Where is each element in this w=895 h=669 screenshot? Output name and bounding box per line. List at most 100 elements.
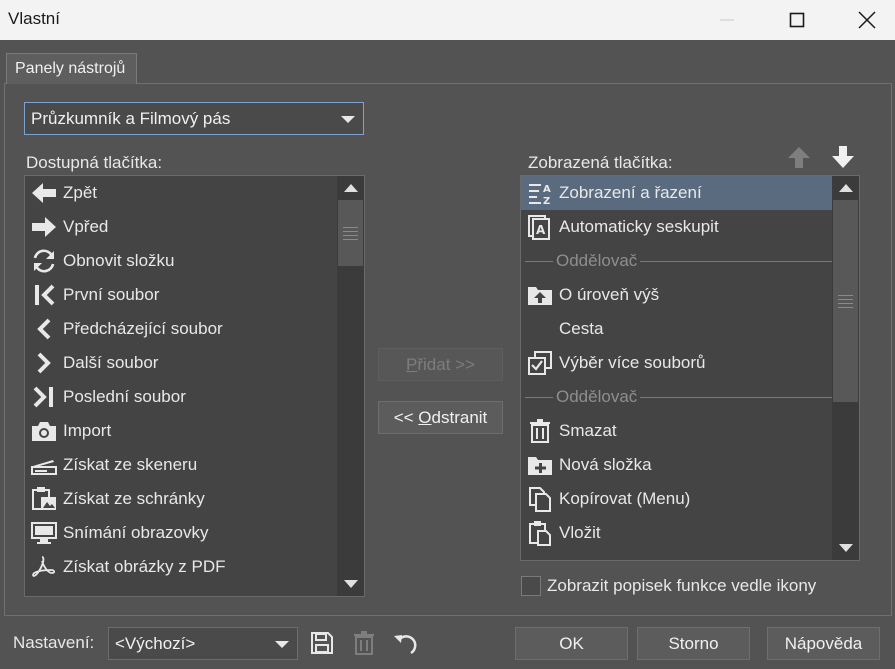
separator-row[interactable]: Oddělovač xyxy=(521,244,832,278)
ok-button[interactable]: OK xyxy=(515,627,628,660)
list-item[interactable]: Snímání obrazovky xyxy=(25,516,337,550)
toolbar-select-value: Průzkumník a Filmový pás xyxy=(31,108,231,128)
list-item-label: Import xyxy=(63,421,112,440)
available-scrollbar[interactable] xyxy=(337,176,364,596)
new-folder-icon xyxy=(525,450,555,480)
list-item-label: Automaticky seskupit xyxy=(559,217,719,236)
remove-button[interactable]: << Odstranit xyxy=(378,401,503,434)
settings-select-value: <Výchozí> xyxy=(115,633,196,653)
last-file-icon xyxy=(29,382,59,412)
scroll-down-button[interactable] xyxy=(832,536,859,560)
save-settings-button[interactable] xyxy=(307,628,337,658)
scroll-up-button[interactable] xyxy=(832,176,859,200)
list-item-label: Vpřed xyxy=(63,217,109,236)
list-item[interactable]: Import xyxy=(25,414,337,448)
list-item[interactable]: Vložit xyxy=(521,516,832,550)
list-item[interactable]: Získat ze schránky xyxy=(25,482,337,516)
list-item-label: Získat obrázky z PDF xyxy=(63,557,226,576)
displayed-label: Zobrazená tlačítka: xyxy=(528,153,673,172)
displayed-list[interactable]: A Z Zobrazení a řazení A Automaticky seskupi… xyxy=(520,175,860,561)
arrow-up-icon xyxy=(343,184,358,192)
trash-icon xyxy=(354,631,374,655)
list-item-label: Výběr více souborů xyxy=(559,353,706,372)
window-title: Vlastní xyxy=(8,9,60,28)
list-item[interactable]: Předcházející soubor xyxy=(25,312,337,346)
help-button[interactable]: Nápověda xyxy=(767,627,880,660)
svg-text:Z: Z xyxy=(543,196,550,206)
close-icon xyxy=(858,11,876,29)
displayed-scrollbar[interactable] xyxy=(832,176,859,560)
list-item[interactable]: Nová složka xyxy=(521,448,832,482)
monitor-icon xyxy=(29,518,59,548)
add-button[interactable]: Přidat >> xyxy=(378,348,503,381)
list-item-label: Zobrazení a řazení xyxy=(559,183,702,202)
list-item[interactable]: Kopírovat (Menu) xyxy=(521,482,832,516)
list-item-label: Získat ze skeneru xyxy=(63,455,198,474)
cancel-button[interactable]: Storno xyxy=(637,627,750,660)
camera-icon xyxy=(29,416,59,446)
toolbar-select[interactable]: Průzkumník a Filmový pás xyxy=(24,102,364,135)
scroll-thumb[interactable] xyxy=(833,200,858,402)
undo-button[interactable] xyxy=(391,628,421,658)
auto-group-icon: A xyxy=(525,212,555,242)
list-item-label: Cesta xyxy=(559,319,604,338)
list-item-label: Nová složka xyxy=(559,455,652,474)
list-item-label: Předcházející soubor xyxy=(63,319,223,338)
arrow-down-icon xyxy=(343,580,358,588)
arrow-right-icon xyxy=(29,212,59,242)
separator-label: Oddělovač xyxy=(553,387,641,407)
list-item[interactable]: A Z Zobrazení a řazení xyxy=(521,176,832,210)
show-label-checkbox[interactable] xyxy=(521,576,541,596)
move-down-button[interactable] xyxy=(829,143,857,171)
paste-icon xyxy=(525,518,555,548)
sort-az-icon: AZ xyxy=(525,178,555,208)
scroll-thumb[interactable] xyxy=(338,200,363,266)
list-item[interactable]: První soubor xyxy=(25,278,337,312)
list-item[interactable]: Vpřed xyxy=(25,210,337,244)
list-item-label: Snímání obrazovky xyxy=(63,523,209,542)
list-item-label: Smazat xyxy=(559,421,617,440)
separator-row[interactable]: Oddělovač xyxy=(521,380,832,414)
list-item[interactable]: Získat ze skeneru xyxy=(25,448,337,482)
scroll-up-button[interactable] xyxy=(337,176,364,200)
next-file-icon xyxy=(29,348,59,378)
maximize-button[interactable] xyxy=(762,0,832,40)
first-file-icon xyxy=(29,280,59,310)
folder-up-icon xyxy=(525,280,555,310)
list-item[interactable]: Další soubor xyxy=(25,346,337,380)
trash-icon xyxy=(525,416,555,446)
settings-select[interactable]: <Výchozí> xyxy=(108,627,298,660)
list-item[interactable]: O úroveň výš xyxy=(521,278,832,312)
list-item[interactable]: Zpět xyxy=(25,176,337,210)
list-item-label: První soubor xyxy=(63,285,160,304)
scroll-down-button[interactable] xyxy=(337,572,364,596)
close-button[interactable] xyxy=(832,0,895,40)
list-item[interactable]: Výběr více souborů xyxy=(521,346,832,380)
title-bar: Vlastní xyxy=(0,0,895,40)
undo-icon xyxy=(394,635,417,655)
available-label: Dostupná tlačítka: xyxy=(26,153,163,172)
maximize-icon xyxy=(789,12,805,28)
list-item-label: Obnovit složku xyxy=(63,251,175,270)
chevron-down-icon xyxy=(341,115,355,123)
tab-panely-nastroju[interactable]: Panely nástrojů xyxy=(6,53,137,84)
minimize-button[interactable] xyxy=(692,0,762,40)
previous-file-icon xyxy=(29,314,59,344)
list-item[interactable]: Obnovit složku xyxy=(25,244,337,278)
list-item-label: Zpět xyxy=(63,183,98,202)
list-item[interactable]: Smazat xyxy=(521,414,832,448)
list-item-label: Další soubor xyxy=(63,353,159,372)
delete-settings-button[interactable] xyxy=(349,628,379,658)
available-list[interactable]: Zpět Vpřed Obnovit složku První soubor Předc… xyxy=(24,175,365,597)
move-up-button[interactable] xyxy=(785,143,813,171)
svg-text:A: A xyxy=(543,184,551,195)
minimize-icon xyxy=(720,19,734,21)
list-item[interactable]: Poslední soubor xyxy=(25,380,337,414)
settings-label: Nastavení: xyxy=(13,633,95,652)
list-item[interactable]: Cesta xyxy=(521,312,832,346)
pdf-icon xyxy=(29,552,59,582)
list-item[interactable]: A Automaticky seskupit xyxy=(521,210,832,244)
list-item-label: Získat ze schránky xyxy=(63,489,205,508)
copy-icon xyxy=(525,484,555,514)
list-item[interactable]: Získat obrázky z PDF xyxy=(25,550,337,584)
